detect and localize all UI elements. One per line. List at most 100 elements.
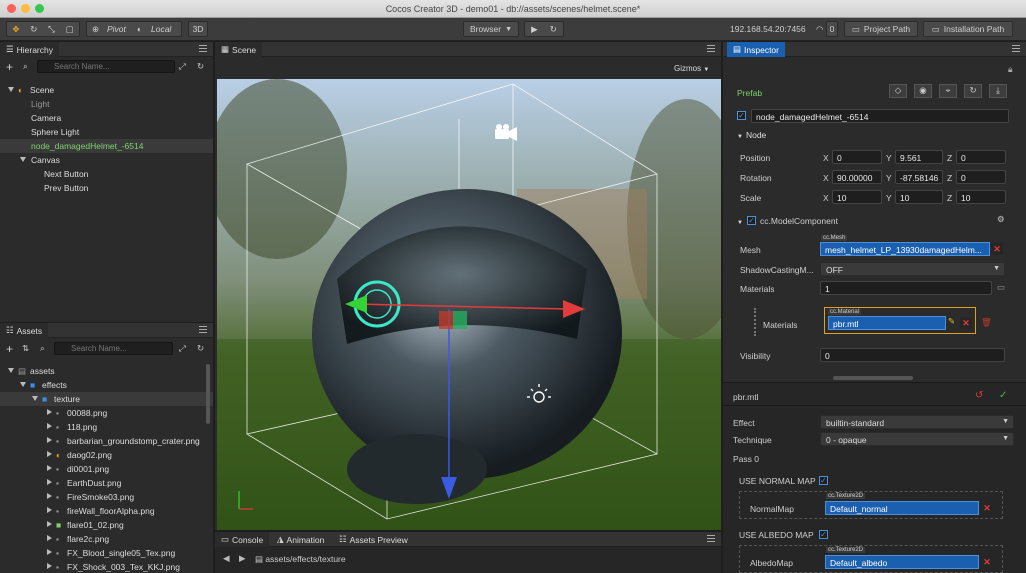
gizmos-dropdown[interactable]: Gizmos ▼ — [674, 64, 709, 73]
asset-item[interactable]: ■ flare01_02.png — [0, 518, 213, 532]
scale-y-input[interactable]: 10 — [895, 190, 943, 204]
clear-mesh-icon[interactable]: ✕ — [991, 243, 1003, 255]
forward-arrow-icon[interactable]: ▶ — [239, 553, 246, 564]
revert-icon[interactable]: ↺ — [975, 390, 983, 401]
asset-item[interactable]: ▪ FireSmoke03.png — [0, 490, 213, 504]
asset-item[interactable]: ▪ FX_Blood_single05_Tex.png — [0, 546, 213, 560]
pivot-button[interactable]: Pivot — [107, 24, 126, 34]
asset-item[interactable]: ▪ EarthDust.png — [0, 476, 213, 490]
breadcrumb-item[interactable]: assets — [265, 554, 290, 564]
prefab-select-icon[interactable]: ◇ — [889, 84, 907, 98]
save-check-icon[interactable]: ✓ — [999, 390, 1007, 401]
use-normal-map-checkbox[interactable]: ✓ — [819, 476, 828, 485]
assets-scrollbar[interactable] — [206, 364, 210, 424]
tree-item-camera[interactable]: Camera — [0, 111, 213, 125]
node-section-header[interactable]: ▼ Node — [737, 130, 766, 140]
menu-icon[interactable] — [707, 45, 715, 52]
menu-icon[interactable] — [1012, 45, 1020, 52]
asset-item[interactable]: ▪ di0001.png — [0, 462, 213, 476]
rotation-y-input[interactable]: -87.58146 — [895, 170, 943, 184]
material-asset-field[interactable]: pbr.mtl — [828, 316, 946, 330]
expand-arrow-icon[interactable] — [32, 396, 38, 401]
use-albedo-map-checkbox[interactable]: ✓ — [819, 530, 828, 539]
tab-scene[interactable]: ▦ Scene — [215, 42, 263, 57]
collapse-arrow-icon[interactable] — [47, 409, 52, 415]
expand-icon[interactable]: ⤢ — [179, 61, 186, 72]
asset-item[interactable]: ◐ daog02.png — [0, 448, 213, 462]
node-name-input[interactable]: node_damagedHelmet_-6514 — [751, 109, 1009, 123]
node-active-checkbox[interactable]: ✓ — [737, 111, 746, 120]
normal-map-field[interactable]: Default_normal — [825, 501, 979, 515]
sort-icon[interactable]: ⇅ — [22, 343, 29, 354]
breadcrumb-item[interactable]: effects — [292, 554, 317, 564]
tab-animation[interactable]: ◮ Animation — [271, 532, 330, 547]
clear-normal-map-icon[interactable]: ✕ — [981, 502, 993, 514]
menu-icon[interactable] — [707, 535, 715, 542]
menu-icon[interactable] — [199, 45, 207, 52]
tree-item-scene[interactable]: ◐ Scene — [0, 83, 213, 97]
materials-count-input[interactable]: 1 — [820, 281, 992, 295]
back-arrow-icon[interactable]: ◀ — [223, 553, 230, 564]
tree-item-helmet[interactable]: node_damagedHelmet_-6514 — [0, 139, 213, 153]
model-component-header[interactable]: ▼ — [737, 216, 746, 226]
project-path-button[interactable]: ▭ Project Path — [844, 21, 918, 37]
refresh-icon[interactable]: ↻ — [550, 24, 557, 35]
browser-select[interactable]: Browser ▼ — [463, 21, 519, 37]
asset-item[interactable]: ▪ FX_Shock_003_Tex_KKJ.png — [0, 560, 213, 573]
clear-material-icon[interactable]: ✕ — [960, 317, 972, 329]
prefab-revert-icon[interactable]: ↻ — [964, 84, 982, 98]
asset-item[interactable]: ▪ flare2c.png — [0, 532, 213, 546]
expand-icon[interactable]: ⤢ — [179, 343, 186, 354]
lock-icon[interactable]: 🔒︎ — [1008, 64, 1013, 75]
delete-item-icon[interactable]: 🗑︎ — [981, 317, 992, 328]
play-icon[interactable]: ▶ — [531, 24, 538, 35]
refresh-icon[interactable]: ↻ — [197, 61, 204, 72]
tree-item-assets[interactable]: ▤ assets — [0, 364, 213, 378]
move-tool-icon[interactable]: ✥ — [12, 24, 19, 35]
tab-inspector[interactable]: ▤ Inspector — [727, 42, 785, 57]
asset-item[interactable]: ▪ 00088.png — [0, 406, 213, 420]
tab-hierarchy[interactable]: ☰ Hierarchy — [0, 42, 59, 57]
tab-assets-preview[interactable]: ☷ Assets Preview — [333, 532, 414, 547]
collapse-arrow-icon[interactable] — [47, 563, 52, 569]
visibility-input[interactable]: 0 — [820, 348, 1005, 362]
tree-item-light[interactable]: Light — [0, 97, 213, 111]
pivot-icon[interactable]: ⊕ — [92, 24, 99, 35]
tree-item-texture[interactable]: ■ texture — [0, 392, 213, 406]
add-icon[interactable]: + — [6, 60, 13, 74]
expand-arrow-icon[interactable] — [20, 157, 26, 162]
expand-arrow-icon[interactable] — [20, 382, 26, 387]
asset-item[interactable]: ▪ barbarian_groundstomp_crater.png — [0, 434, 213, 448]
collapse-arrow-icon[interactable] — [47, 437, 52, 443]
mesh-asset-field[interactable]: mesh_helmet_LP_13930damagedHelm... — [820, 242, 990, 256]
shadow-casting-select[interactable]: OFF — [820, 262, 1005, 276]
collapse-arrow-icon[interactable] — [47, 423, 52, 429]
collapse-arrow-icon[interactable] — [47, 521, 52, 527]
edit-pencil-icon[interactable]: ✎ — [948, 316, 955, 327]
component-enabled-checkbox[interactable]: ✓ — [747, 216, 756, 225]
local-button[interactable]: Local — [151, 24, 171, 34]
asset-item[interactable]: ▪ 118.png — [0, 420, 213, 434]
asset-item[interactable]: ▪ fireWall_floorAlpha.png — [0, 504, 213, 518]
assets-search-input[interactable]: Search Name... — [54, 342, 173, 355]
collapse-arrow-icon[interactable] — [47, 493, 52, 499]
local-icon[interactable]: ◐ — [137, 24, 142, 34]
position-x-input[interactable]: 0 — [832, 150, 882, 164]
rotation-z-input[interactable]: 0 — [956, 170, 1006, 184]
collapse-arrow-icon[interactable] — [47, 451, 52, 457]
rotate-tool-icon[interactable]: ↻ — [30, 24, 37, 35]
menu-icon[interactable] — [199, 326, 207, 333]
scale-z-input[interactable]: 10 — [956, 190, 1006, 204]
position-z-input[interactable]: 0 — [956, 150, 1006, 164]
tree-item-next-button[interactable]: Next Button — [0, 167, 213, 181]
add-icon[interactable]: + — [6, 342, 13, 356]
tab-console[interactable]: ▭ Console — [215, 532, 270, 547]
scene-viewport[interactable] — [217, 79, 721, 530]
effect-select[interactable]: builtin-standard — [820, 415, 1014, 429]
scale-x-input[interactable]: 10 — [832, 190, 882, 204]
refresh-icon[interactable]: ↻ — [197, 343, 204, 354]
tree-item-sphere-light[interactable]: Sphere Light — [0, 125, 213, 139]
tree-item-prev-button[interactable]: Prev Button — [0, 181, 213, 195]
collapse-arrow-icon[interactable] — [47, 479, 52, 485]
technique-select[interactable]: 0 - opaque — [820, 432, 1014, 446]
